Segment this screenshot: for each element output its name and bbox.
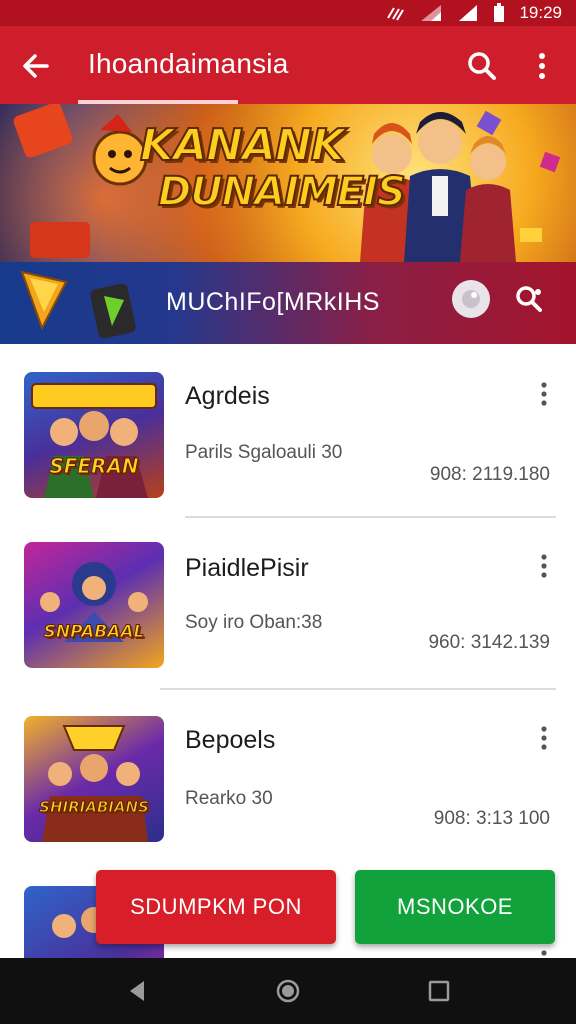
clock: 19:29 <box>519 3 562 22</box>
list-item[interactable]: SNPABAAL PiaidlePisir Soy iro Oban:38 96… <box>0 532 576 704</box>
game-subtitle: Parils Sgaloauli 30 <box>185 442 343 463</box>
game-subtitle: Soy iro Oban:38 <box>185 612 323 633</box>
secondary-action-button[interactable]: MSNOKOE <box>355 870 555 944</box>
game-title: Bepoels <box>185 726 276 754</box>
wifi-icon <box>419 3 443 23</box>
battery-icon <box>493 3 505 23</box>
hero-banner[interactable]: KANANK DUNAIMEIS <box>0 104 576 262</box>
game-title: Agrdeis <box>185 382 270 410</box>
more-vert-icon[interactable] <box>536 552 552 580</box>
page-title: Ihoandaimansia <box>88 48 289 79</box>
vibrate-icon <box>385 4 405 22</box>
divider <box>160 688 556 690</box>
nav-recents-icon[interactable] <box>426 978 452 1004</box>
more-vert-icon[interactable] <box>536 724 552 752</box>
primary-action-button[interactable]: SDUMPKM PON <box>96 870 336 944</box>
nav-back-icon[interactable] <box>124 978 150 1004</box>
game-thumbnail: SNPABAAL <box>24 542 164 668</box>
game-subtitle: Rearko 30 <box>185 788 273 809</box>
search-icon[interactable] <box>464 48 500 84</box>
more-vert-icon[interactable] <box>536 380 552 408</box>
search-icon[interactable] <box>512 282 546 316</box>
status-bar: 19:29 <box>0 0 576 26</box>
list-item[interactable]: SFERAN Agrdeis Parils Sgaloauli 30 908: … <box>0 360 576 532</box>
game-thumbnail: SHIRIABIANS <box>24 716 164 842</box>
list-item[interactable]: SHIRIABIANS Bepoels Rearko 30 908: 3:13 … <box>0 704 576 876</box>
more-vert-icon[interactable] <box>528 48 556 84</box>
more-vert-icon[interactable] <box>536 948 552 958</box>
nav-home-icon[interactable] <box>275 978 301 1004</box>
back-arrow-icon[interactable] <box>18 48 54 84</box>
promo-label: MUChIFo[MRkIHS <box>166 288 380 316</box>
promo-gems-icon <box>20 270 136 339</box>
game-title: PiaidlePisir <box>185 554 309 582</box>
divider <box>185 516 556 518</box>
signal-icon <box>457 3 479 23</box>
app-bar: Ihoandaimansia <box>0 26 576 104</box>
banner-logo: KANANK DUNAIMEIS <box>139 120 407 215</box>
game-thumbnail: SFERAN <box>24 372 164 498</box>
promo-bar[interactable]: MUChIFo[MRkIHS <box>0 262 576 344</box>
system-nav-bar <box>0 958 576 1024</box>
assistant-icon[interactable] <box>452 280 490 318</box>
game-meta: 960: 3142.139 <box>428 632 550 653</box>
game-meta: 908: 3:13 100 <box>433 808 550 829</box>
game-meta: 908: 2119.180 <box>429 464 550 485</box>
